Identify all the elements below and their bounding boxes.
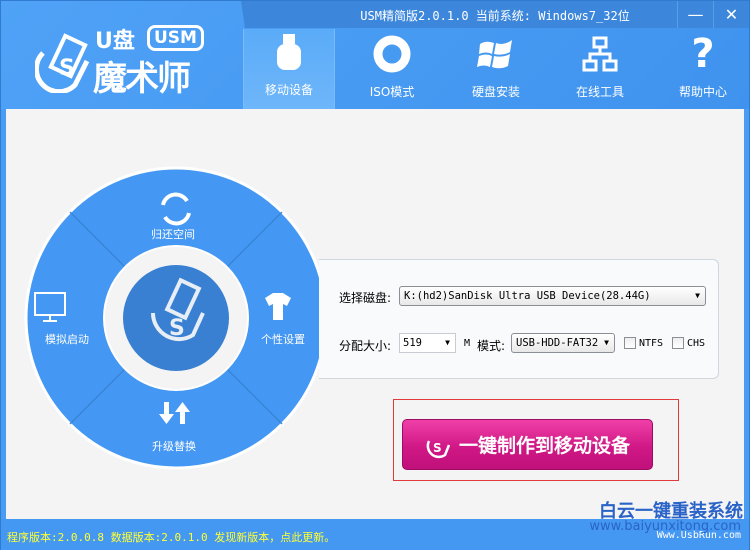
title-bar[interactable]: USM精简版2.0.1.0 当前系统: Windows7_32位 — ✕ <box>241 1 749 28</box>
disk-label: 选择磁盘: <box>339 291 392 305</box>
usb-drive-icon <box>244 29 334 75</box>
size-value: 519 <box>403 337 422 349</box>
tab-label: 移动设备 <box>264 83 313 97</box>
app-window: USM精简版2.0.1.0 当前系统: Windows7_32位 — ✕ S U… <box>0 0 750 550</box>
tab-disk-install[interactable]: 硬盘安装 <box>450 31 542 109</box>
wheel-upgrade-replace[interactable]: 升级替换 <box>152 438 196 454</box>
chevron-down-icon: ▼ <box>604 338 609 347</box>
size-combo[interactable]: 519 ▼ <box>399 333 456 353</box>
watermark-url: www.baiyunxitong.com <box>589 519 741 534</box>
size-unit: M <box>464 338 471 349</box>
tab-help-center[interactable]: ? 帮助中心 <box>657 31 749 109</box>
make-bootable-button[interactable]: S 一键制作到移动设备 <box>402 419 653 470</box>
minimize-button[interactable]: — <box>677 1 713 28</box>
usm-logo-icon: S <box>426 439 451 458</box>
mode-label: 模式: <box>477 339 506 353</box>
logo: S U盘 USM 魔术师 <box>35 23 215 99</box>
disk-value: K:(hd2)SanDisk Ultra USB Device(28.44G) <box>404 290 651 302</box>
disc-icon <box>346 31 438 77</box>
update-link[interactable]: 程序版本:2.0.0.8 数据版本:2.0.1.0 发现新版本，点此更新。 <box>7 529 335 545</box>
disk-select[interactable]: K:(hd2)SanDisk Ultra USB Device(28.44G) ▼ <box>399 286 706 306</box>
svg-text:S: S <box>59 56 75 81</box>
windows-icon <box>450 31 542 77</box>
wheel-simulate-boot[interactable]: 模拟启动 <box>45 331 89 347</box>
chs-checkbox[interactable] <box>672 337 684 349</box>
function-wheel: S <box>24 166 328 470</box>
question-icon: ? <box>691 31 715 77</box>
tab-online-tools[interactable]: 在线工具 <box>554 31 646 109</box>
ntfs-checkbox[interactable] <box>624 337 636 349</box>
size-label: 分配大小: <box>339 339 392 353</box>
tab-label: ISO模式 <box>369 85 415 99</box>
logo-main: 魔术师 <box>93 59 191 99</box>
chevron-down-icon: ▼ <box>445 338 450 347</box>
svg-text:S: S <box>169 316 185 341</box>
usm-logo-icon: S <box>35 33 90 93</box>
mode-value: USB-HDD-FAT32 <box>516 337 599 349</box>
wheel-personal-settings[interactable]: 个性设置 <box>261 331 305 347</box>
tab-iso-mode[interactable]: ISO模式 <box>346 31 438 109</box>
header: USM精简版2.0.1.0 当前系统: Windows7_32位 — ✕ S U… <box>1 1 749 109</box>
tab-label: 硬盘安装 <box>471 85 520 99</box>
chs-label: CHS <box>687 338 706 349</box>
tab-label: 帮助中心 <box>678 85 727 99</box>
ntfs-label: NTFS <box>639 338 664 349</box>
mode-select[interactable]: USB-HDD-FAT32 ▼ <box>511 333 615 353</box>
make-button-label: 一键制作到移动设备 <box>458 435 630 457</box>
chevron-down-icon: ▼ <box>695 291 700 300</box>
svg-text:S: S <box>433 441 442 455</box>
logo-usm: USM <box>147 25 204 51</box>
tab-label: 在线工具 <box>575 85 624 99</box>
close-button[interactable]: ✕ <box>713 1 749 28</box>
wheel-restore-space[interactable]: 归还空间 <box>151 226 195 242</box>
network-icon <box>554 31 646 77</box>
window-title: USM精简版2.0.1.0 当前系统: Windows7_32位 <box>360 9 630 23</box>
tab-mobile-device[interactable]: 移动设备 <box>243 29 335 109</box>
settings-panel: 选择磁盘: K:(hd2)SanDisk Ultra USB Device(28… <box>319 259 719 379</box>
